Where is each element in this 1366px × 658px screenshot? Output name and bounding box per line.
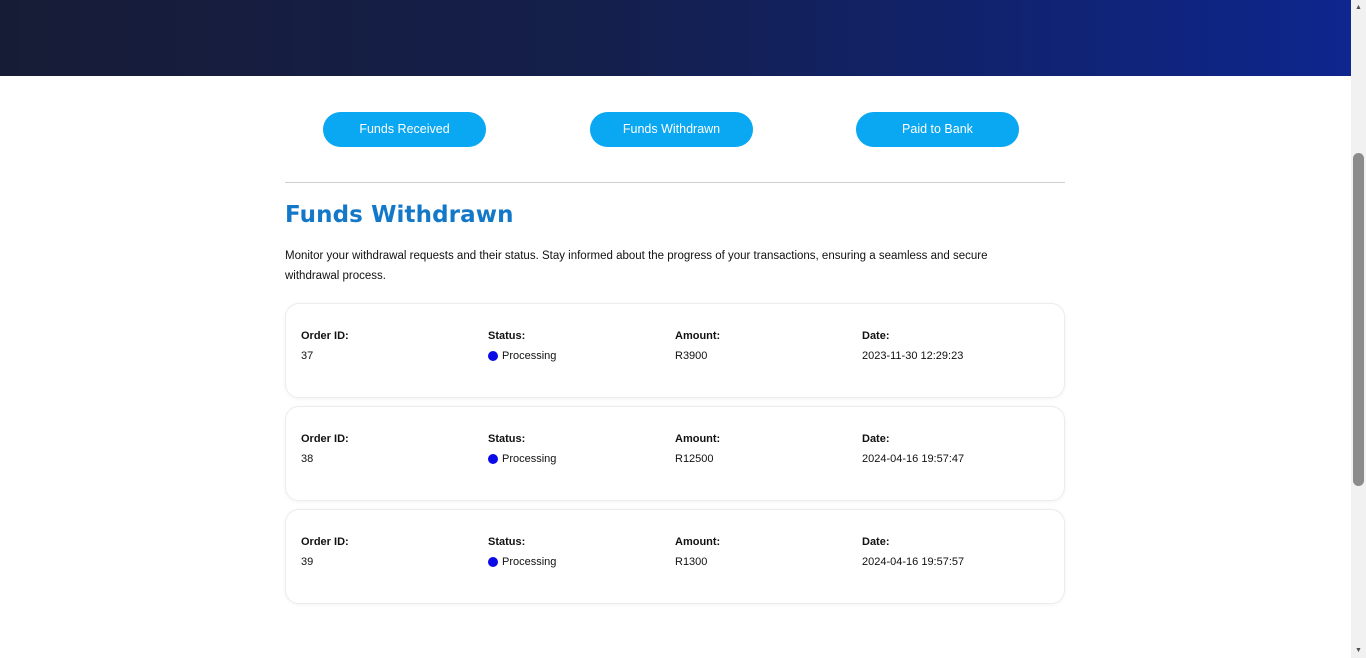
- page-viewport: Funds Received Funds Withdrawn Paid to B…: [0, 0, 1351, 658]
- order-card: Order ID: 37 Status: Processing Amount: …: [285, 303, 1065, 398]
- date-column: Date: 2024-04-16 19:57:47: [862, 432, 964, 466]
- status-text: Processing: [502, 556, 557, 568]
- date-label: Date:: [862, 433, 890, 445]
- order-id-column: Order ID: 37: [301, 329, 349, 363]
- amount-value: R1300: [675, 556, 708, 568]
- order-list: Order ID: 37 Status: Processing Amount: …: [285, 303, 1065, 612]
- order-id-label: Order ID:: [301, 433, 349, 445]
- status-column: Status: Processing: [488, 535, 556, 569]
- status-label: Status:: [488, 433, 526, 445]
- paid-to-bank-button[interactable]: Paid to Bank: [856, 112, 1019, 147]
- scroll-up-arrow-icon[interactable]: ▲: [1351, 0, 1366, 15]
- order-id-column: Order ID: 39: [301, 535, 349, 569]
- status-dot-icon: [488, 351, 498, 361]
- date-label: Date:: [862, 536, 890, 548]
- funds-withdrawn-button[interactable]: Funds Withdrawn: [590, 112, 753, 147]
- amount-value: R3900: [675, 350, 708, 362]
- date-value: 2024-04-16 19:57:57: [862, 556, 965, 568]
- amount-label: Amount:: [675, 536, 721, 548]
- status-label: Status:: [488, 536, 526, 548]
- status-text: Processing: [502, 453, 557, 465]
- order-id-value: 38: [301, 453, 314, 465]
- date-label: Date:: [862, 330, 890, 342]
- status-dot-icon: [488, 454, 498, 464]
- amount-value: R12500: [675, 453, 714, 465]
- amount-column: Amount: R1300: [675, 535, 720, 569]
- status-label: Status:: [488, 330, 526, 342]
- order-id-label: Order ID:: [301, 536, 349, 548]
- amount-column: Amount: R3900: [675, 329, 720, 363]
- scrollbar-thumb[interactable]: [1353, 153, 1364, 486]
- order-id-label: Order ID:: [301, 330, 349, 342]
- funds-tab-nav: Funds Received Funds Withdrawn Paid to B…: [0, 112, 1351, 147]
- status-value: Processing: [488, 452, 556, 466]
- section-title: Funds Withdrawn: [285, 202, 514, 228]
- status-dot-icon: [488, 557, 498, 567]
- page: Funds Received Funds Withdrawn Paid to B…: [0, 0, 1366, 658]
- status-column: Status: Processing: [488, 432, 556, 466]
- date-column: Date: 2023-11-30 12:29:23: [862, 329, 963, 363]
- order-id-column: Order ID: 38: [301, 432, 349, 466]
- amount-column: Amount: R12500: [675, 432, 720, 466]
- section-description: Monitor your withdrawal requests and the…: [285, 250, 988, 282]
- hero-banner: [0, 0, 1351, 76]
- amount-label: Amount:: [675, 433, 721, 445]
- vertical-scrollbar[interactable]: ▲ ▼: [1351, 0, 1366, 658]
- status-value: Processing: [488, 349, 556, 363]
- status-value: Processing: [488, 555, 556, 569]
- date-column: Date: 2024-04-16 19:57:57: [862, 535, 964, 569]
- order-card: Order ID: 39 Status: Processing Amount: …: [285, 509, 1065, 604]
- section-divider: [285, 182, 1065, 183]
- status-text: Processing: [502, 350, 557, 362]
- date-value: 2023-11-30 12:29:23: [862, 350, 964, 362]
- date-value: 2024-04-16 19:57:47: [862, 453, 965, 465]
- funds-received-button[interactable]: Funds Received: [323, 112, 486, 147]
- amount-label: Amount:: [675, 330, 721, 342]
- scroll-down-arrow-icon[interactable]: ▼: [1351, 643, 1366, 658]
- order-card: Order ID: 38 Status: Processing Amount: …: [285, 406, 1065, 501]
- order-id-value: 37: [301, 350, 314, 362]
- status-column: Status: Processing: [488, 329, 556, 363]
- order-id-value: 39: [301, 556, 314, 568]
